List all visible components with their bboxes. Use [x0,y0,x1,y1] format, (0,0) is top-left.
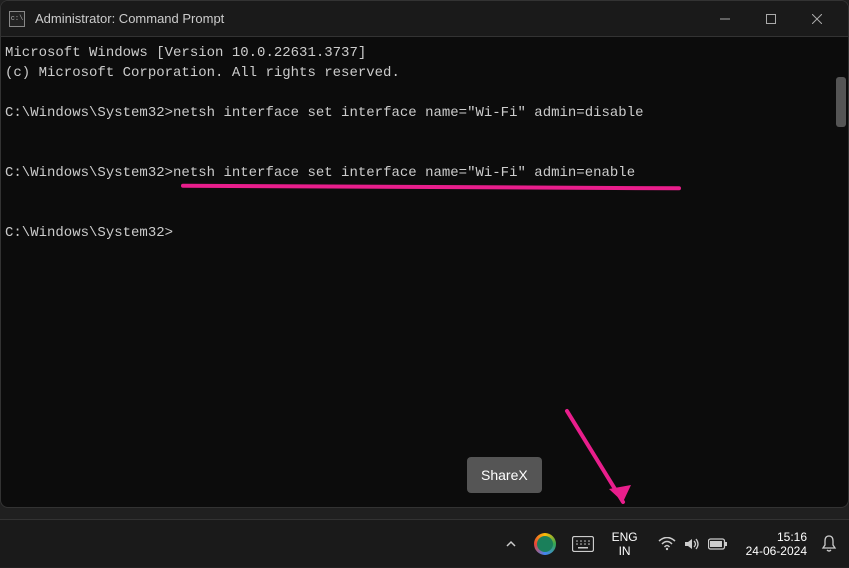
edge-taskbar-icon[interactable] [526,520,564,568]
volume-icon [684,537,700,551]
maximize-button[interactable] [748,1,794,37]
blank-line [5,123,844,143]
command-line-1: C:\Windows\System32>netsh interface set … [5,103,844,123]
minimize-button[interactable] [702,1,748,37]
command-prompt-window: c:\ Administrator: Command Prompt Micros… [0,0,849,508]
sharex-button[interactable]: ShareX [467,457,542,493]
blank-line [5,143,844,163]
edge-icon [534,533,556,555]
command-1: netsh interface set interface name="Wi-F… [173,105,643,121]
time: 15:16 [746,530,807,544]
window-title: Administrator: Command Prompt [35,11,702,26]
notifications-button[interactable] [815,520,849,568]
clock[interactable]: 15:16 24-06-2024 [738,520,815,568]
titlebar[interactable]: c:\ Administrator: Command Prompt [1,1,848,37]
command-line-2: C:\Windows\System32>netsh interface set … [5,163,844,183]
lang-top: ENG [612,530,638,544]
sharex-label: ShareX [481,467,528,483]
close-button[interactable] [794,1,840,37]
wifi-icon [658,537,676,551]
prompt: C:\Windows\System32> [5,105,173,121]
bell-icon [821,535,837,553]
battery-icon [708,538,728,550]
blank-line [5,83,844,103]
arrow-annotation [559,407,649,508]
version-line: Microsoft Windows [Version 10.0.22631.37… [5,43,844,63]
cmd-icon: c:\ [9,11,25,27]
prompt: C:\Windows\System32> [5,165,173,181]
date: 24-06-2024 [746,544,807,558]
language-indicator[interactable]: ENG IN [602,520,648,568]
taskbar: ENG IN 15:16 24-06-2024 [0,519,849,567]
command-2: netsh interface set interface name="Wi-F… [173,165,635,181]
terminal-content[interactable]: Microsoft Windows [Version 10.0.22631.37… [1,37,848,507]
copyright-line: (c) Microsoft Corporation. All rights re… [5,63,844,83]
lang-bottom: IN [612,544,638,558]
system-tray[interactable] [648,537,738,551]
prompt: C:\Windows\System32> [5,225,173,241]
scrollbar-thumb[interactable] [836,77,846,127]
touch-keyboard-button[interactable] [564,520,602,568]
window-controls [702,1,840,37]
blank-line [5,203,844,223]
command-line-3: C:\Windows\System32> [5,223,844,243]
keyboard-icon [572,536,594,552]
tray-overflow-button[interactable] [496,520,526,568]
